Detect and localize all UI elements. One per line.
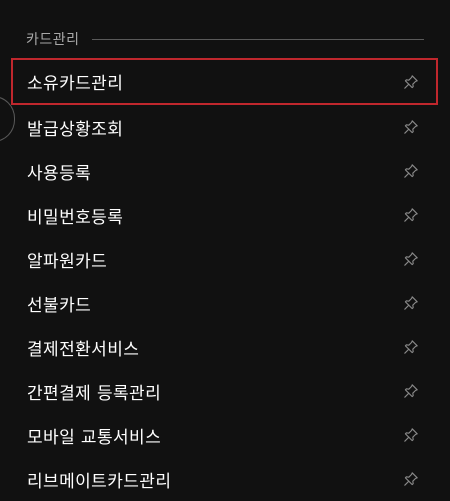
menu-item-issuance-status[interactable]: 발급상황조회 [0, 105, 450, 149]
pin-icon[interactable] [402, 294, 420, 312]
menu-item-password-registration[interactable]: 비밀번호등록 [0, 193, 450, 237]
pin-icon[interactable] [402, 250, 420, 268]
pin-icon[interactable] [402, 382, 420, 400]
menu-item-label: 리브메이트카드관리 [27, 471, 172, 492]
menu-item-owned-card-management[interactable]: 소유카드관리 [11, 58, 438, 105]
menu-item-usage-registration[interactable]: 사용등록 [0, 149, 450, 193]
section-title: 카드관리 [26, 32, 80, 48]
menu-item-label: 결제전환서비스 [27, 339, 140, 360]
pin-icon[interactable] [402, 162, 420, 180]
menu-item-prepaid-card[interactable]: 선불카드 [0, 281, 450, 325]
card-management-menu: 소유카드관리 발급상황조회 사용등록 비밀번호등록 알파원카드 선불카드 결제전… [0, 58, 450, 501]
menu-item-label: 비밀번호등록 [27, 207, 124, 228]
pin-icon[interactable] [402, 426, 420, 444]
menu-item-label: 사용등록 [27, 163, 92, 184]
pin-icon[interactable] [402, 206, 420, 224]
menu-item-mobile-transit-service[interactable]: 모바일 교통서비스 [0, 413, 450, 457]
pin-icon[interactable] [402, 118, 420, 136]
pin-icon[interactable] [402, 338, 420, 356]
menu-item-alpha-one-card[interactable]: 알파원카드 [0, 237, 450, 281]
menu-item-label: 알파원카드 [27, 251, 108, 272]
menu-item-label: 선불카드 [27, 295, 92, 316]
pin-icon[interactable] [402, 73, 420, 91]
menu-item-label: 소유카드관리 [27, 74, 124, 94]
menu-item-easy-payment-management[interactable]: 간편결제 등록관리 [0, 369, 450, 413]
menu-item-payment-conversion-service[interactable]: 결제전환서비스 [0, 325, 450, 369]
section-divider [91, 38, 424, 40]
menu-item-label: 발급상황조회 [27, 119, 124, 140]
section-header: 카드관리 [26, 28, 424, 50]
menu-item-livemate-card-management[interactable]: 리브메이트카드관리 [0, 457, 450, 501]
menu-item-label: 모바일 교통서비스 [27, 427, 162, 448]
menu-item-label: 간편결제 등록관리 [27, 383, 162, 404]
pin-icon[interactable] [402, 470, 420, 488]
